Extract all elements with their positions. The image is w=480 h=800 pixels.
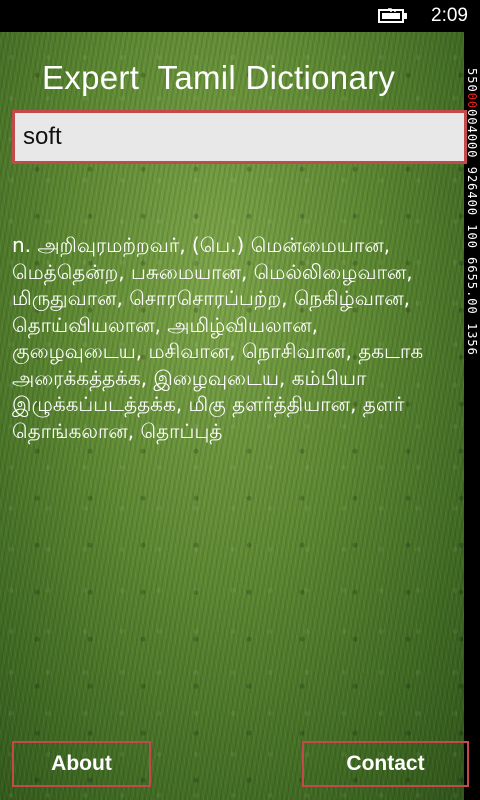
side-text-part2: 004000 926400 100 6655.00 1356 (465, 109, 479, 356)
side-text-red: 00 (465, 92, 479, 110)
battery-charging-icon (378, 8, 407, 23)
contact-button[interactable]: Contact (302, 741, 469, 787)
search-input[interactable] (12, 110, 467, 164)
side-indicator-text: 55000004000 926400 100 6655.00 1356 (465, 68, 479, 356)
side-text-part1: 550 (465, 68, 479, 93)
about-button[interactable]: About (12, 741, 151, 787)
app-screen: 2:09 55000004000 926400 100 6655.00 1356… (0, 0, 480, 800)
status-bar: 2:09 (0, 0, 480, 32)
status-clock: 2:09 (431, 5, 468, 26)
definition-text: n. அறிவுரமற்றவர், (பெ.) மென்மையான, மெத்த… (12, 233, 424, 443)
app-title: Expert Tamil Dictionary (42, 59, 396, 96)
